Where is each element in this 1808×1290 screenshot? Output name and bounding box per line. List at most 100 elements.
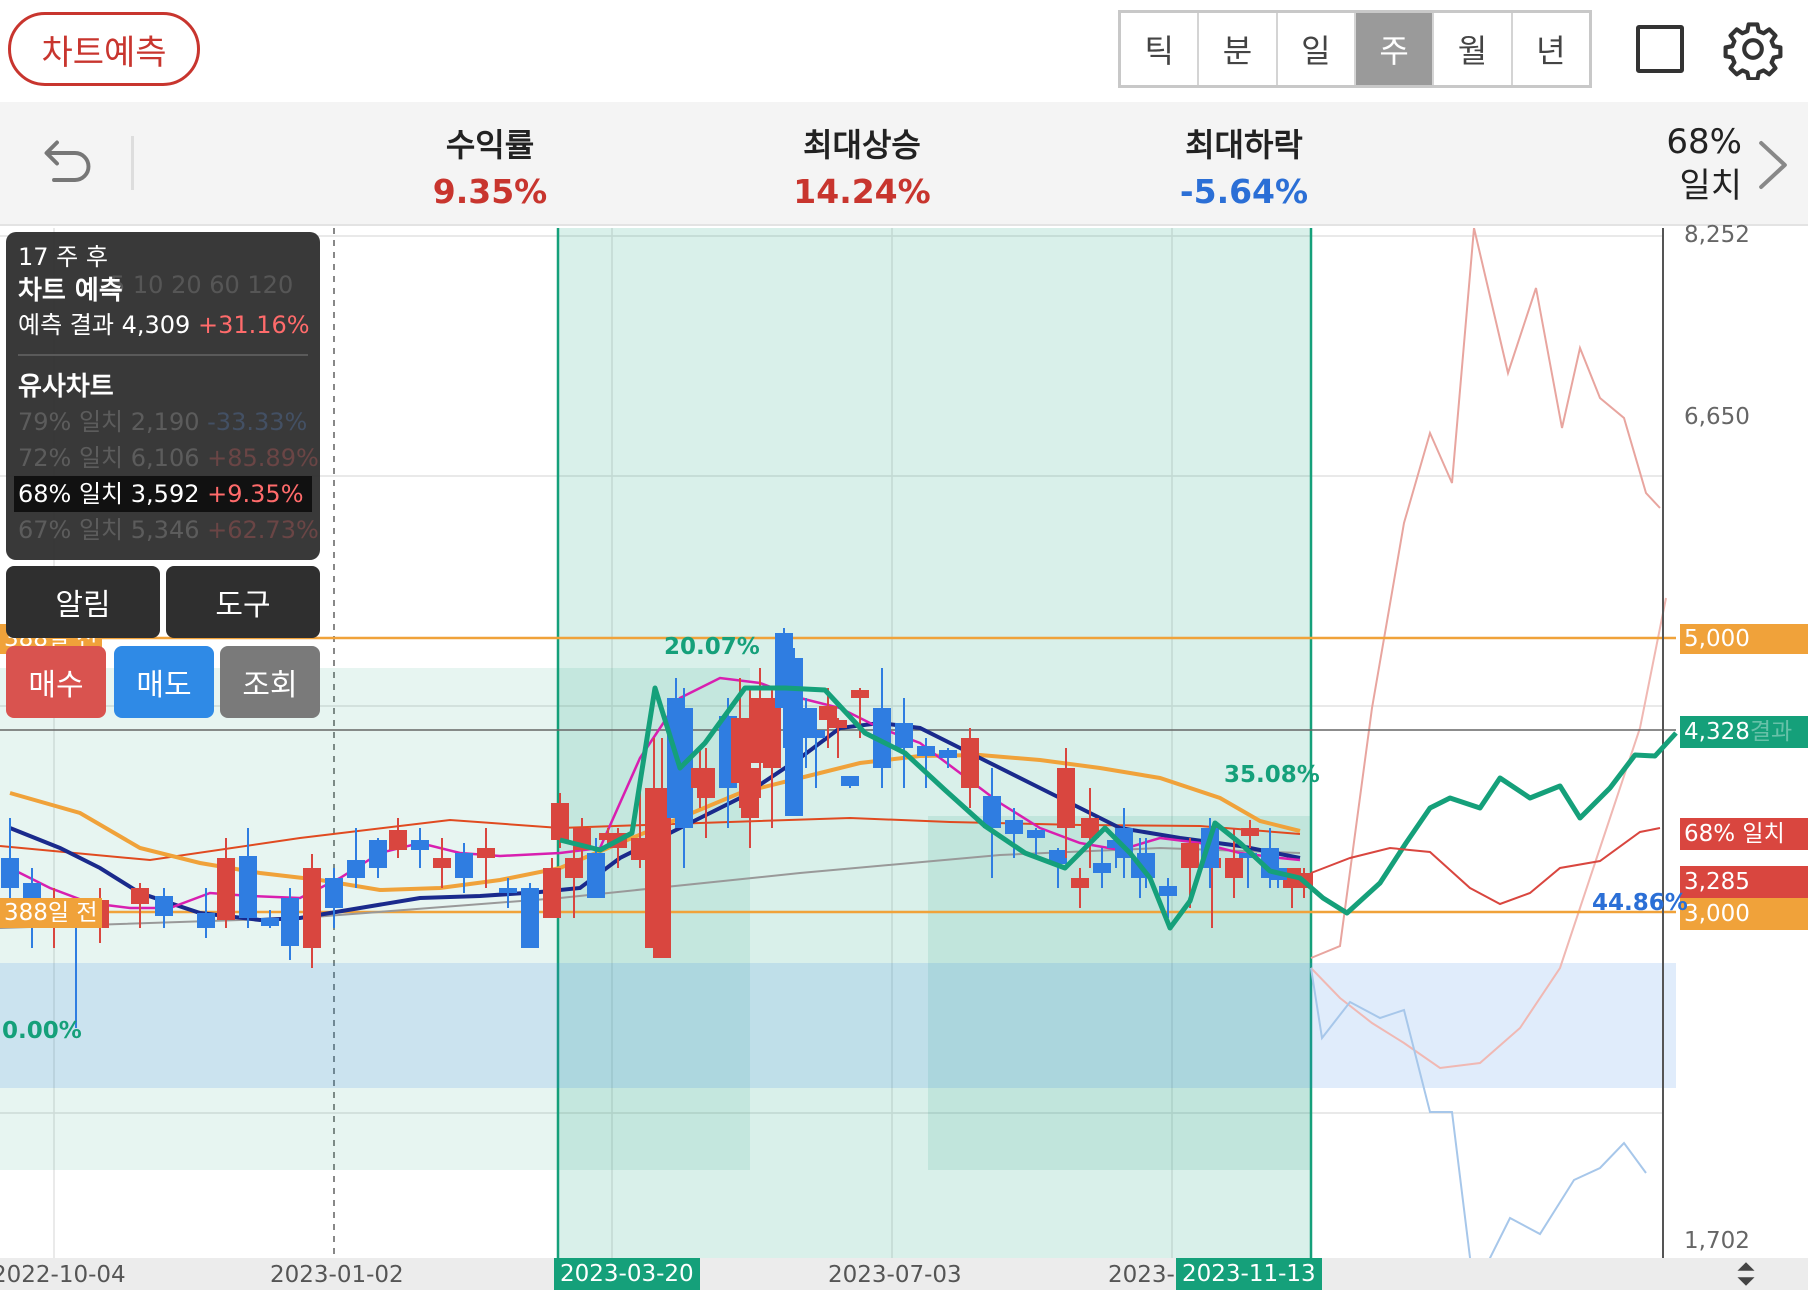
- stats-bar: 수익률 9.35% 최대상승 14.24% 최대하락 -5.64% 68% 일치: [0, 102, 1808, 226]
- stat-max-rise: 최대상승 14.24%: [732, 120, 992, 211]
- candle-body: [1071, 878, 1089, 888]
- similar-title: 유사차트: [18, 372, 114, 402]
- similar-change: +62.73%: [207, 516, 319, 544]
- candle-body: [731, 718, 749, 783]
- result-value: 4,309: [121, 311, 191, 339]
- divider: [131, 136, 134, 190]
- result-line: 예측 결과 4,309 +31.16%: [18, 308, 310, 342]
- similar-row-2[interactable]: 72% 일치 6,106 +85.89%: [18, 440, 319, 476]
- gear-icon[interactable]: [1722, 18, 1784, 80]
- candle-body: [131, 888, 149, 904]
- candle-body: [433, 858, 451, 868]
- price-tag-3000: 3,000: [1680, 898, 1808, 930]
- candle-body: [775, 633, 793, 708]
- similar-row-4[interactable]: 67% 일치 5,346 +62.73%: [18, 512, 319, 548]
- candle-body: [521, 888, 539, 948]
- tools-button[interactable]: 도구: [166, 566, 320, 638]
- candle-body: [281, 898, 299, 946]
- annotation-20pct: 20.07%: [664, 634, 760, 660]
- y-label-mid: 6,650: [1684, 404, 1750, 430]
- return-value: 9.35%: [432, 172, 548, 211]
- scroll-arrows-icon[interactable]: [1734, 1258, 1758, 1290]
- tab-minute[interactable]: 분: [1199, 13, 1278, 85]
- buy-button[interactable]: 매수: [6, 646, 106, 718]
- candle-body: [347, 860, 365, 878]
- days-before-tag-bottom: 388일 전: [0, 898, 102, 928]
- price-band: [0, 963, 1676, 1088]
- sell-button[interactable]: 매도: [114, 646, 214, 718]
- candle-body: [543, 868, 561, 918]
- candle-body: [1027, 830, 1045, 838]
- similar-row-3-active[interactable]: 68% 일치 3,592 +9.35%: [14, 476, 312, 512]
- similar-projection-up: [1310, 228, 1661, 959]
- similar-price: 6,106: [130, 444, 200, 472]
- candle-body: [155, 896, 173, 916]
- candle-body: [217, 858, 235, 920]
- panel-separator: [18, 354, 308, 356]
- period-tabs: 틱 분 일 주 월 년: [1118, 10, 1592, 88]
- fullscreen-square-icon[interactable]: [1636, 25, 1684, 73]
- tab-year[interactable]: 년: [1513, 13, 1589, 85]
- candle-body: [1005, 820, 1023, 834]
- tab-month[interactable]: 월: [1434, 13, 1513, 85]
- tab-day[interactable]: 일: [1278, 13, 1356, 85]
- similar-price: 2,190: [130, 408, 200, 436]
- candle-body: [325, 878, 343, 908]
- tab-tick[interactable]: 틱: [1121, 13, 1200, 85]
- match-indicator[interactable]: 68% 일치: [1666, 120, 1742, 208]
- candle-body: [587, 853, 605, 898]
- candle-body: [197, 913, 215, 928]
- candle-body: [599, 833, 617, 840]
- undo-icon[interactable]: [36, 132, 96, 192]
- x-label-3: 2023-03-20: [554, 1258, 700, 1290]
- candle-body: [1093, 863, 1111, 873]
- return-label: 수익률: [445, 126, 535, 164]
- range-box-left: [0, 668, 750, 1170]
- annotation-zero-pct: 0.00%: [2, 1018, 82, 1044]
- stat-max-drop: 최대하락 -5.64%: [1114, 120, 1374, 211]
- stat-return: 수익률 9.35%: [360, 120, 620, 211]
- candle-body: [1225, 858, 1243, 878]
- chart-predict-button[interactable]: 차트예측: [8, 12, 200, 86]
- top-toolbar: 차트예측 틱 분 일 주 월 년: [0, 0, 1808, 100]
- candle-body: [819, 706, 837, 720]
- similar-price: 5,346: [130, 516, 200, 544]
- y-label-bottom: 1,702: [1684, 1228, 1750, 1254]
- similar-change: -33.33%: [207, 408, 308, 436]
- similar-row-1[interactable]: 79% 일치 2,190 -33.33%: [18, 404, 308, 440]
- price-tag-3285: 3,285: [1680, 866, 1808, 898]
- candle-body: [983, 796, 1001, 828]
- candle-body: [829, 720, 847, 728]
- chevron-right-icon[interactable]: [1756, 138, 1790, 192]
- candle-body: [939, 750, 957, 758]
- similar-match: 72% 일치: [18, 444, 124, 472]
- candle-body: [499, 888, 517, 893]
- candle-body: [961, 738, 979, 788]
- match-label: 일치: [1679, 166, 1742, 206]
- similar-price: 3,592: [130, 480, 200, 508]
- similar-match: 79% 일치: [18, 408, 124, 436]
- price-tag-5000: 5,000: [1680, 624, 1808, 654]
- result-label: 예측 결과: [18, 311, 114, 339]
- candle-body: [851, 690, 869, 698]
- similar-change: +9.35%: [207, 480, 304, 508]
- result-change: +31.16%: [197, 311, 310, 339]
- max-drop-label: 최대하락: [1185, 126, 1303, 164]
- candle-body: [303, 868, 321, 948]
- x-label-2: 2023-01-02: [270, 1262, 404, 1288]
- candle-body: [239, 856, 257, 918]
- candle-body: [477, 848, 495, 858]
- candle-body: [551, 803, 569, 840]
- similar-match: 68% 일치: [18, 480, 124, 508]
- candle-body: [369, 840, 387, 868]
- price-tag-68-match: 68% 일치: [1680, 818, 1808, 850]
- max-rise-label: 최대상승: [803, 126, 921, 164]
- candle-body: [411, 840, 429, 850]
- candle-body: [645, 788, 663, 948]
- alert-button[interactable]: 알림: [6, 566, 160, 638]
- candle-body: [389, 830, 407, 850]
- tab-week[interactable]: 주: [1355, 13, 1435, 85]
- similar-change: +85.89%: [207, 444, 319, 472]
- inquiry-button[interactable]: 조회: [220, 646, 320, 718]
- x-label-1: 2022-10-04: [0, 1262, 126, 1288]
